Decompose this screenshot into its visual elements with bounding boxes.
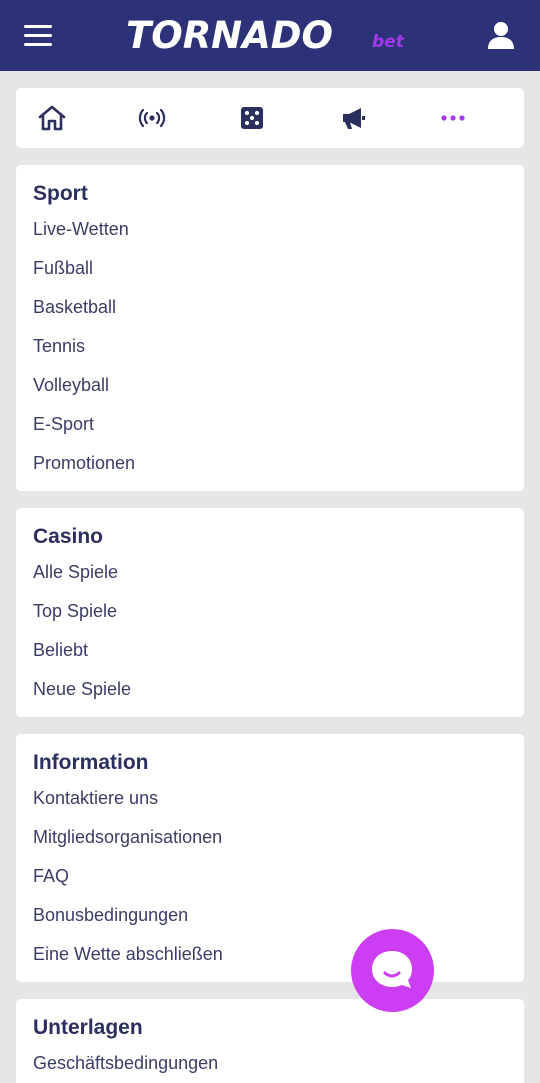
link-live-wetten[interactable]: Live-Wetten bbox=[33, 217, 129, 241]
sport-section: Sport Live-Wetten Fußball Basketball Ten… bbox=[16, 165, 524, 491]
link-bonusbedingungen[interactable]: Bonusbedingungen bbox=[33, 903, 188, 927]
link-mitgliedsorganisationen[interactable]: Mitgliedsorganisationen bbox=[33, 825, 222, 849]
tornado-bet-logo[interactable]: TORNADO bet bbox=[126, 14, 416, 58]
section-title: Information bbox=[33, 751, 149, 774]
section-title: Unterlagen bbox=[33, 1016, 143, 1039]
link-neue-spiele[interactable]: Neue Spiele bbox=[33, 677, 131, 701]
quick-nav-bar bbox=[16, 88, 524, 148]
section-title: Sport bbox=[33, 182, 88, 205]
megaphone-icon[interactable] bbox=[338, 102, 370, 134]
link-eine-wette-abschliessen[interactable]: Eine Wette abschließen bbox=[33, 942, 223, 966]
link-beliebt[interactable]: Beliebt bbox=[33, 638, 88, 662]
link-kontaktiere-uns[interactable]: Kontaktiere uns bbox=[33, 786, 158, 810]
unterlagen-section: Unterlagen Geschäftsbedingungen bbox=[16, 999, 524, 1083]
link-promotionen[interactable]: Promotionen bbox=[33, 451, 135, 475]
link-e-sport[interactable]: E-Sport bbox=[33, 412, 94, 436]
section-title: Casino bbox=[33, 525, 104, 548]
user-icon[interactable] bbox=[484, 20, 518, 52]
link-volleyball[interactable]: Volleyball bbox=[33, 373, 109, 397]
logo-main-text: TORNADO bbox=[126, 14, 333, 57]
casino-section: Casino Alle Spiele Top Spiele Beliebt Ne… bbox=[16, 508, 524, 717]
dice-icon[interactable] bbox=[236, 102, 268, 134]
live-broadcast-icon[interactable] bbox=[136, 102, 168, 134]
information-section: Information Kontaktiere uns Mitgliedsorg… bbox=[16, 734, 524, 982]
top-header: TORNADO bet bbox=[0, 0, 540, 71]
live-chat-button[interactable] bbox=[351, 929, 434, 1012]
link-top-spiele[interactable]: Top Spiele bbox=[33, 599, 117, 623]
hamburger-menu-icon[interactable] bbox=[22, 22, 56, 50]
link-geschaeftsbedingungen[interactable]: Geschäftsbedingungen bbox=[33, 1051, 218, 1075]
link-basketball[interactable]: Basketball bbox=[33, 295, 116, 319]
home-icon[interactable] bbox=[36, 102, 68, 134]
link-tennis[interactable]: Tennis bbox=[33, 334, 85, 358]
link-fussball[interactable]: Fußball bbox=[33, 256, 93, 280]
chat-bubble-icon bbox=[372, 951, 412, 988]
more-dots-icon[interactable] bbox=[437, 102, 469, 134]
link-alle-spiele[interactable]: Alle Spiele bbox=[33, 560, 118, 584]
link-faq[interactable]: FAQ bbox=[33, 864, 69, 888]
logo-sub-text: bet bbox=[372, 32, 404, 52]
